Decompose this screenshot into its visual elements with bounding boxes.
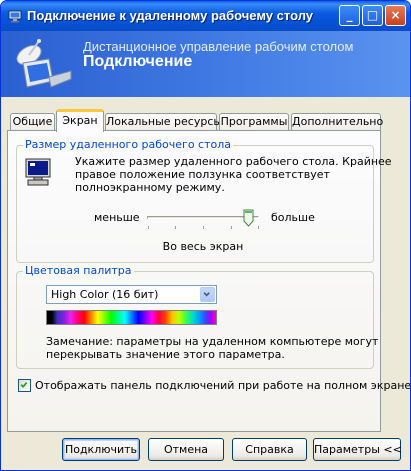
color-spectrum-preview xyxy=(46,310,217,325)
screen-size-group: Размер удаленного рабочего стола Укажите… xyxy=(16,138,392,263)
slider-value-label: Во весь экран xyxy=(162,240,244,253)
tab-panel-display: Размер удаленного рабочего стола Укажите… xyxy=(7,130,410,432)
show-connection-bar-label: Отображать панель подключений при работе… xyxy=(35,379,411,392)
title-bar[interactable]: Подключение к удаленному рабочему столу … xyxy=(1,1,410,31)
tab-local-resources[interactable]: Локальные ресурсы xyxy=(105,113,222,131)
show-connection-bar-option[interactable]: Отображать панель подключений при работе… xyxy=(18,379,410,394)
slider-tick xyxy=(148,226,149,229)
color-palette-note: Замечание: параметры на удаленном компью… xyxy=(46,335,378,361)
slider-less-label: меньше xyxy=(94,211,140,224)
screen-size-slider[interactable] xyxy=(147,209,259,231)
color-depth-select[interactable]: High Color (16 бит) xyxy=(46,285,217,304)
window-title: Подключение к удаленному рабочему столу xyxy=(27,8,314,23)
note-line-2: перекрывать значение этого параметра. xyxy=(46,348,285,361)
slider-tick xyxy=(258,226,259,229)
tab-advanced[interactable]: Дополнительно xyxy=(291,113,383,131)
color-palette-group: Цветовая палитра High Color (16 бит) Зам… xyxy=(16,264,378,369)
remote-desktop-icon xyxy=(8,10,22,23)
help-button[interactable]: Справка xyxy=(232,438,307,461)
minimize-button[interactable]: _ xyxy=(339,5,360,26)
description-line-2: правое положение ползунка соответствует xyxy=(75,168,330,181)
options-button[interactable]: Параметры << xyxy=(313,438,402,461)
screen-size-group-title: Размер удаленного рабочего стола xyxy=(23,138,234,151)
description-line-1: Укажите размер удаленного рабочего стола… xyxy=(75,155,392,168)
color-depth-value: High Color (16 бит) xyxy=(51,288,159,301)
note-line-1: Замечание: параметры на удаленном компью… xyxy=(46,335,379,348)
tab-display[interactable]: Экран xyxy=(56,109,104,132)
remote-desktop-window: Подключение к удаленному рабочему столу … xyxy=(0,0,411,471)
connect-button[interactable]: Подключить xyxy=(62,438,140,461)
close-button[interactable]: × xyxy=(385,5,406,26)
tab-general[interactable]: Общие xyxy=(10,113,55,131)
maximize-button[interactable]: □ xyxy=(362,5,383,26)
slider-tick xyxy=(203,226,204,229)
slider-tick xyxy=(231,226,232,229)
show-connection-bar-checkbox[interactable] xyxy=(18,379,31,392)
screen-size-description: Укажите размер удаленного рабочего стола… xyxy=(75,155,392,194)
slider-more-label: больше xyxy=(271,211,315,224)
description-line-3: полноэкранному режиму. xyxy=(75,181,225,194)
banner-title: Подключение xyxy=(83,53,193,70)
chevron-down-icon[interactable] xyxy=(200,287,215,302)
tab-programs[interactable]: Программы xyxy=(219,113,289,131)
cancel-button[interactable]: Отмена xyxy=(148,438,224,461)
color-palette-group-title: Цветовая палитра xyxy=(23,264,134,277)
monitor-icon xyxy=(25,158,51,186)
slider-tick xyxy=(175,226,176,229)
banner-subtitle: Дистанционное управление рабочим столом xyxy=(83,39,354,54)
header-banner: Дистанционное управление рабочим столом … xyxy=(1,31,410,97)
checkmark-icon xyxy=(20,381,28,389)
slider-thumb[interactable] xyxy=(243,209,254,227)
satellite-computer-icon xyxy=(16,39,72,88)
